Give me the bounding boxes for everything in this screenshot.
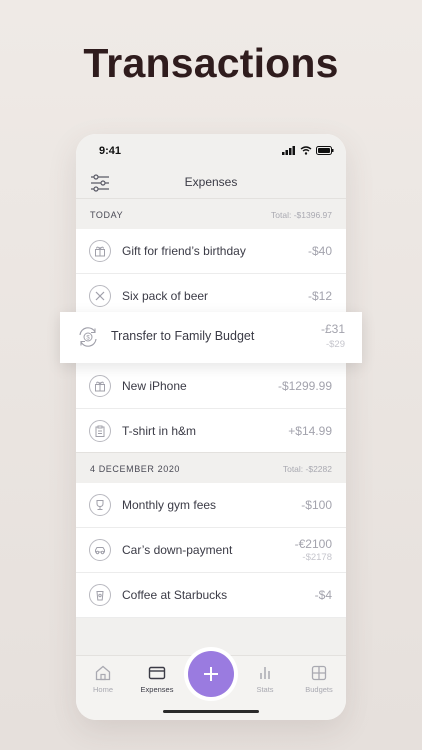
nav-bar: Expenses xyxy=(76,168,346,198)
battery-icon xyxy=(316,146,334,155)
signal-icon xyxy=(282,146,295,155)
transaction-converted-amount: -$29 xyxy=(325,339,345,350)
trophy-icon xyxy=(89,494,111,516)
section-total: Total: -$2282 xyxy=(282,464,332,474)
tab-stats[interactable]: Stats xyxy=(242,664,288,694)
transaction-row-highlighted[interactable]: $ Transfer to Family Budget -£31 -$29 xyxy=(60,312,362,363)
plus-icon xyxy=(204,667,218,681)
transaction-amount: -$100 xyxy=(301,498,332,512)
tab-label: Stats xyxy=(256,685,274,694)
clipboard-icon xyxy=(89,420,111,442)
gift-icon xyxy=(89,375,111,397)
nav-title: Expenses xyxy=(184,175,238,189)
transaction-row[interactable]: T-shirt in h&m +$14.99 xyxy=(76,409,346,454)
transaction-name: Monthly gym fees xyxy=(122,498,217,512)
section-label: 4 DECEMBER 2020 xyxy=(90,464,181,474)
fork-knife-icon xyxy=(89,285,111,307)
transaction-row[interactable]: Car’s down-payment -€2100 -$2178 xyxy=(76,528,346,573)
transaction-row[interactable]: Coffee at Starbucks -$4 xyxy=(76,573,346,618)
section-label: TODAY xyxy=(90,210,124,220)
home-icon xyxy=(95,665,111,681)
car-icon xyxy=(89,539,111,561)
home-indicator xyxy=(163,710,259,713)
transfer-icon: $ xyxy=(76,325,100,349)
transaction-row[interactable]: New iPhone -$1299.99 xyxy=(76,364,346,409)
gift-icon xyxy=(89,240,111,262)
section-header-today: TODAY Total: -$1396.97 xyxy=(76,198,346,229)
transaction-name: T-shirt in h&m xyxy=(122,424,197,438)
section-header-december: 4 DECEMBER 2020 Total: -$2282 xyxy=(76,452,346,483)
status-time: 9:41 xyxy=(99,145,122,157)
transaction-row[interactable]: Monthly gym fees -$100 xyxy=(76,483,346,528)
tab-expenses[interactable]: Expenses xyxy=(134,664,180,694)
transaction-amount: -$4 xyxy=(314,588,332,602)
section-total: Total: -$1396.97 xyxy=(271,210,332,220)
status-icons xyxy=(282,146,334,155)
transaction-amount: -€2100 xyxy=(294,537,332,551)
transaction-name: Gift for friend’s birthday xyxy=(122,244,246,258)
transaction-amount: -$40 xyxy=(307,244,332,258)
transaction-amount: -$1299.99 xyxy=(277,379,332,393)
wallet-icon xyxy=(148,666,166,680)
transaction-amount: -£31 xyxy=(320,322,345,336)
wifi-icon xyxy=(300,146,312,155)
transaction-name: Car’s down-payment xyxy=(122,543,233,557)
transaction-name: Coffee at Starbucks xyxy=(122,588,228,602)
transaction-name: Transfer to Family Budget xyxy=(111,329,255,343)
tab-label: Budgets xyxy=(305,685,333,694)
phone-screen: 9:41 Expenses TODAY Total: -$1396.97 Gif… xyxy=(76,134,346,720)
grid-icon xyxy=(311,665,327,681)
transaction-row[interactable]: Gift for friend’s birthday -$40 xyxy=(76,229,346,274)
status-bar: 9:41 xyxy=(76,134,346,168)
transaction-converted-amount: -$2178 xyxy=(302,552,332,563)
tab-label: Expenses xyxy=(140,685,174,694)
bar-chart-icon xyxy=(260,667,270,679)
coffee-cup-icon xyxy=(89,584,111,606)
transaction-name: New iPhone xyxy=(122,379,187,393)
add-transaction-button[interactable] xyxy=(188,651,234,697)
transaction-amount: +$14.99 xyxy=(288,424,332,438)
tab-home[interactable]: Home xyxy=(80,664,126,694)
tab-label: Home xyxy=(92,685,113,694)
transaction-amount: -$12 xyxy=(307,289,332,303)
transaction-name: Six pack of beer xyxy=(122,289,209,303)
page-headline: Transactions xyxy=(83,40,339,86)
tab-budgets[interactable]: Budgets xyxy=(296,664,342,694)
